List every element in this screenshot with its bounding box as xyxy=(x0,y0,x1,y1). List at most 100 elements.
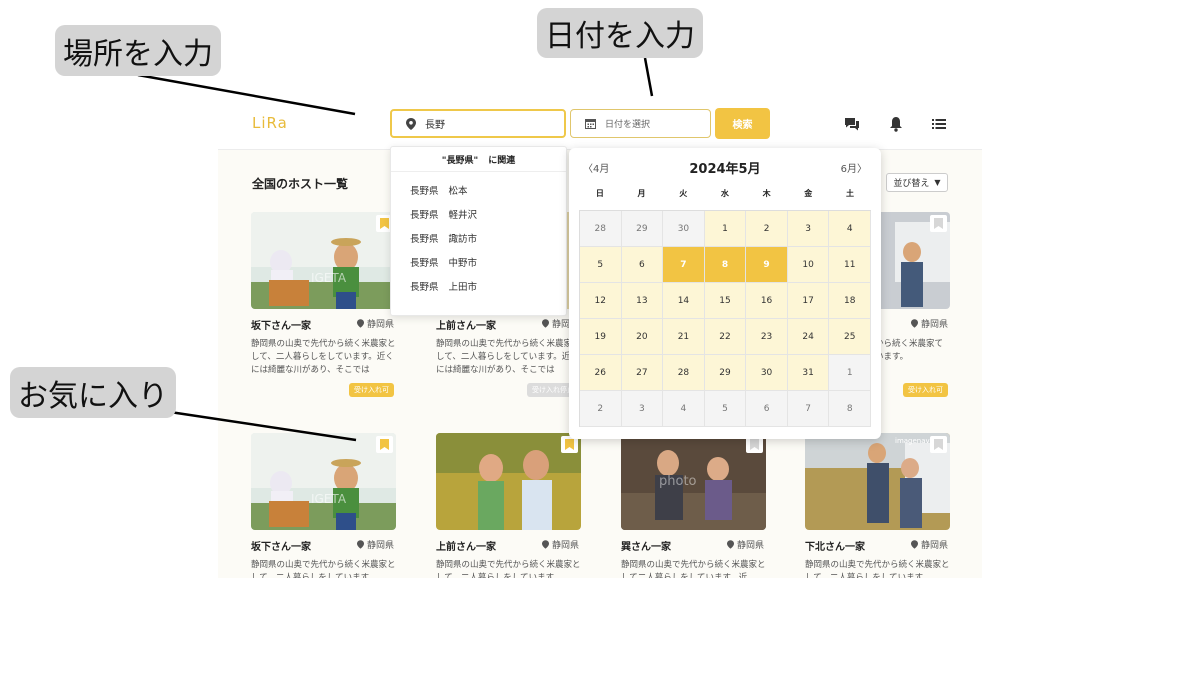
calendar-day[interactable]: 30 xyxy=(663,211,705,247)
calendar-day[interactable]: 17 xyxy=(787,283,830,319)
host-name: 下北さん一家 xyxy=(805,542,865,553)
weekday-label: 火 xyxy=(679,189,688,198)
calendar-day[interactable]: 3 xyxy=(787,211,830,247)
calendar-day[interactable]: 26 xyxy=(580,355,622,391)
calendar-day[interactable]: 9 xyxy=(746,247,788,283)
calendar-day[interactable]: 3 xyxy=(621,391,664,427)
calendar-day[interactable]: 6 xyxy=(621,247,664,283)
bell-icon[interactable] xyxy=(886,114,906,134)
calendar-day[interactable]: 2 xyxy=(746,211,788,247)
chat-icon[interactable] xyxy=(842,114,862,134)
watermark-text: IGETA xyxy=(311,492,347,506)
weekday-label: 木 xyxy=(762,189,771,198)
calendar-day[interactable]: 30 xyxy=(746,355,788,391)
calendar-day[interactable]: 1 xyxy=(829,355,871,391)
host-prefecture: 静岡県 xyxy=(910,317,948,330)
bookmark-icon[interactable] xyxy=(930,436,947,453)
host-card[interactable]: IGETA 坂下さん一家 静岡県 静岡県の山奥で先代から続く米農家として、二人暮… xyxy=(251,433,396,578)
location-suggestions: "長野県" に関連 長野県 松本 長野県 軽井沢 長野県 諏訪市 長野県 中野市 長野県上… xyxy=(390,146,567,316)
location-input[interactable]: 長野 xyxy=(390,109,566,138)
host-name: 巽さん一家 xyxy=(621,542,671,553)
search-button[interactable]: 検索 xyxy=(715,108,770,139)
calendar-day[interactable]: 5 xyxy=(704,391,747,427)
host-description: 静岡県の山奥で先代から続く米農家として、二人暮らしをしています。近くには綺麗な川… xyxy=(436,339,581,375)
calendar-day[interactable]: 10 xyxy=(787,247,830,283)
host-photo: IGETA xyxy=(251,212,396,309)
suggest-item[interactable]: 長野県 諏訪市 xyxy=(391,226,566,250)
calendar-day[interactable]: 4 xyxy=(829,211,871,247)
calendar-day[interactable]: 12 xyxy=(580,283,622,319)
chevron-right-icon: 〉 xyxy=(857,164,867,175)
host-name: 坂下さん一家 xyxy=(251,542,311,553)
bookmark-icon[interactable] xyxy=(376,436,393,453)
calendar-day[interactable]: 1 xyxy=(704,211,747,247)
host-name: 坂下さん一家 xyxy=(251,321,311,332)
host-name: 上前さん一家 xyxy=(436,542,496,553)
calendar-day[interactable]: 11 xyxy=(829,247,871,283)
calendar-day[interactable]: 28 xyxy=(580,211,622,247)
calendar-day[interactable]: 5 xyxy=(580,247,622,283)
suggest-item[interactable]: 長野県 上田市 xyxy=(391,274,566,298)
status-badge: 受け入れ可 xyxy=(349,383,394,397)
suggest-item[interactable]: 長野県 軽井沢 xyxy=(391,202,566,226)
host-card[interactable]: photo 巽さん一家 静岡県 静岡県の山奥で先代から続く米農家として二人暮らし… xyxy=(621,433,766,578)
calendar-day[interactable]: 21 xyxy=(663,319,705,355)
prev-month-button[interactable]: 〈4月 xyxy=(583,160,609,175)
calendar-day[interactable]: 29 xyxy=(704,355,747,391)
host-prefecture: 静岡県 xyxy=(356,538,394,551)
calendar-day[interactable]: 4 xyxy=(663,391,705,427)
calendar-day[interactable]: 14 xyxy=(663,283,705,319)
suggest-header: "長野県" に関連 xyxy=(391,147,566,172)
suggest-item[interactable]: 長野県 中野市 xyxy=(391,250,566,274)
logo[interactable]: LiRa xyxy=(252,114,288,132)
location-pin-icon xyxy=(541,319,549,328)
calendar-day[interactable]: 7 xyxy=(663,247,705,283)
calendar-month-title: 2024年5月 xyxy=(689,162,761,177)
watermark-text: IGETA xyxy=(311,271,347,285)
weekday-label: 日 xyxy=(595,189,604,198)
calendar-day[interactable]: 29 xyxy=(621,211,664,247)
host-description: 静岡県の山奥で先代から続く米農家として、二人暮らしをしています。 xyxy=(805,560,950,578)
weekday-label: 金 xyxy=(804,189,813,198)
calendar-day[interactable]: 25 xyxy=(829,319,871,355)
callout-date: 日付を入力 xyxy=(537,8,703,58)
calendar-day[interactable]: 16 xyxy=(746,283,788,319)
calendar-day[interactable]: 28 xyxy=(663,355,705,391)
calendar-day[interactable]: 20 xyxy=(621,319,664,355)
calendar-day[interactable]: 19 xyxy=(580,319,622,355)
calendar-day[interactable]: 22 xyxy=(704,319,747,355)
calendar-day[interactable]: 31 xyxy=(787,355,830,391)
list-icon[interactable] xyxy=(929,114,949,134)
calendar-day[interactable]: 23 xyxy=(746,319,788,355)
calendar-day[interactable]: 15 xyxy=(704,283,747,319)
calendar-day[interactable]: 18 xyxy=(829,283,871,319)
host-photo: IGETA xyxy=(251,433,396,530)
host-card[interactable]: 上前さん一家 静岡県 静岡県の山奥で先代から続く米農家として、二人暮らしをしてい… xyxy=(436,433,581,578)
sort-button[interactable]: 並び替え ▼ xyxy=(886,173,948,192)
calendar-day[interactable]: 7 xyxy=(787,391,830,427)
host-name: 上前さん一家 xyxy=(436,321,496,332)
calendar-grid: 28 29 30 1 2 3 4 5 6 7 8 9 10 11 12 13 14 15 16 17 18 19 20 21 2… xyxy=(579,210,871,427)
calendar-day[interactable]: 8 xyxy=(704,247,747,283)
next-month-button[interactable]: 6月〉 xyxy=(841,160,867,175)
date-placeholder: 日付を選択 xyxy=(605,120,651,130)
location-pin-icon xyxy=(910,540,918,549)
calendar-day[interactable]: 6 xyxy=(746,391,788,427)
weekday-header: 日 月 火 水 木 金 土 xyxy=(579,188,871,199)
suggest-item[interactable]: 長野県 松本 xyxy=(391,178,566,202)
bookmark-icon[interactable] xyxy=(930,215,947,232)
calendar-day[interactable]: 24 xyxy=(787,319,830,355)
calendar-day[interactable]: 27 xyxy=(621,355,664,391)
header: LiRa 長野 日付を選択 検索 xyxy=(218,96,982,150)
host-photo: imagenavi xyxy=(805,433,950,530)
location-pin-icon xyxy=(406,117,416,130)
calendar-icon xyxy=(585,119,596,129)
host-card[interactable]: imagenavi 下北さん一家 静岡県 静岡県の山奥で先代から続く米農家として… xyxy=(805,433,950,578)
host-description: から続く米農家ています。 xyxy=(875,339,944,362)
calendar-day[interactable]: 13 xyxy=(621,283,664,319)
date-input[interactable]: 日付を選択 xyxy=(570,109,711,138)
calendar-day[interactable]: 2 xyxy=(580,391,622,427)
host-card[interactable]: IGETA 坂下さん一家 静岡県 静岡県の山奥で先代から続く米農家として、二人暮… xyxy=(251,212,396,397)
calendar-day[interactable]: 8 xyxy=(829,391,871,427)
location-pin-icon xyxy=(910,319,918,328)
